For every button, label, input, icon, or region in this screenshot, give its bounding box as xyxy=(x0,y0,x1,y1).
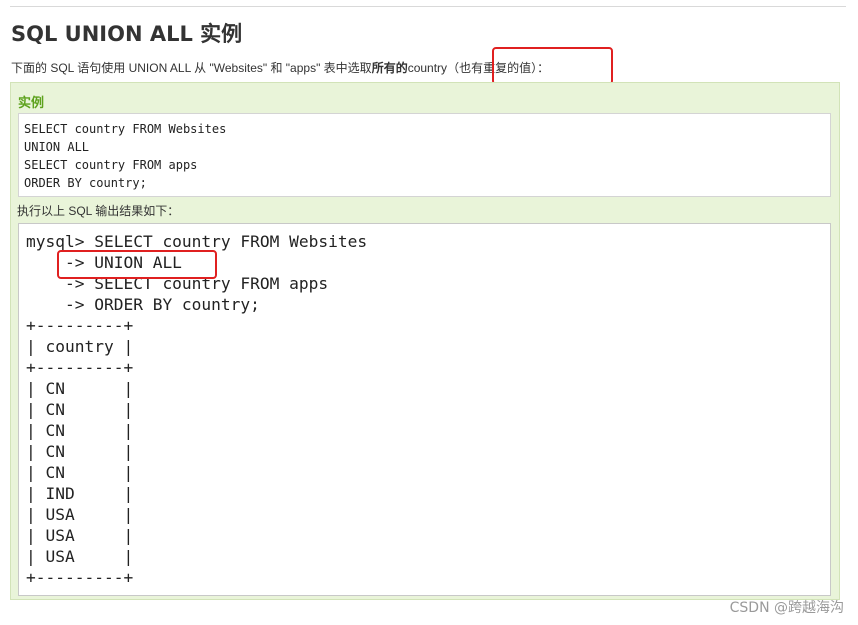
terminal-line: -> ORDER BY country; xyxy=(26,295,260,314)
intro-paragraph: 下面的 SQL 语句使用 UNION ALL 从 "Websites" 和 "a… xyxy=(11,59,549,76)
terminal-line: | USA | xyxy=(26,547,134,566)
terminal-line: | CN | xyxy=(26,379,134,398)
terminal-line: | CN | xyxy=(26,442,134,461)
sql-code-line: ORDER BY country; xyxy=(24,176,147,190)
example-panel: 实例 SELECT country FROM Websites UNION ALL… xyxy=(10,82,840,600)
terminal-line: | IND | xyxy=(26,484,134,503)
result-caption: 执行以上 SQL 输出结果如下： xyxy=(17,204,180,218)
terminal-line: +---------+ xyxy=(26,316,134,335)
terminal-line: +---------+ xyxy=(26,358,134,377)
intro-bold: 所有的 xyxy=(371,61,408,75)
terminal-line: | CN | xyxy=(26,421,134,440)
sql-code-block: SELECT country FROM Websites UNION ALL SEL… xyxy=(18,113,831,197)
sql-code-line: SELECT country FROM apps xyxy=(24,158,198,172)
sql-code-line: SELECT country FROM Websites xyxy=(24,122,227,136)
intro-middle: country xyxy=(407,61,448,75)
terminal-line: | CN | xyxy=(26,463,134,482)
terminal-line: | USA | xyxy=(26,526,134,545)
terminal-line: mysql> SELECT country FROM Websites xyxy=(26,232,368,251)
highlight-box-duplicates xyxy=(492,47,613,85)
top-divider xyxy=(10,6,846,7)
terminal-line: +---------+ xyxy=(26,568,134,587)
terminal-line: | CN | xyxy=(26,400,134,419)
page-title: SQL UNION ALL 实例 xyxy=(11,22,243,46)
terminal-line: | country | xyxy=(26,337,134,356)
watermark: CSDN @跨越海沟 xyxy=(729,600,844,616)
highlight-box-union-all xyxy=(57,250,217,279)
terminal-line: | USA | xyxy=(26,505,134,524)
example-label: 实例 xyxy=(18,96,45,111)
intro-prefix: 下面的 SQL 语句使用 UNION ALL 从 "Websites" 和 "a… xyxy=(11,61,372,75)
sql-code-line: UNION ALL xyxy=(24,140,90,154)
